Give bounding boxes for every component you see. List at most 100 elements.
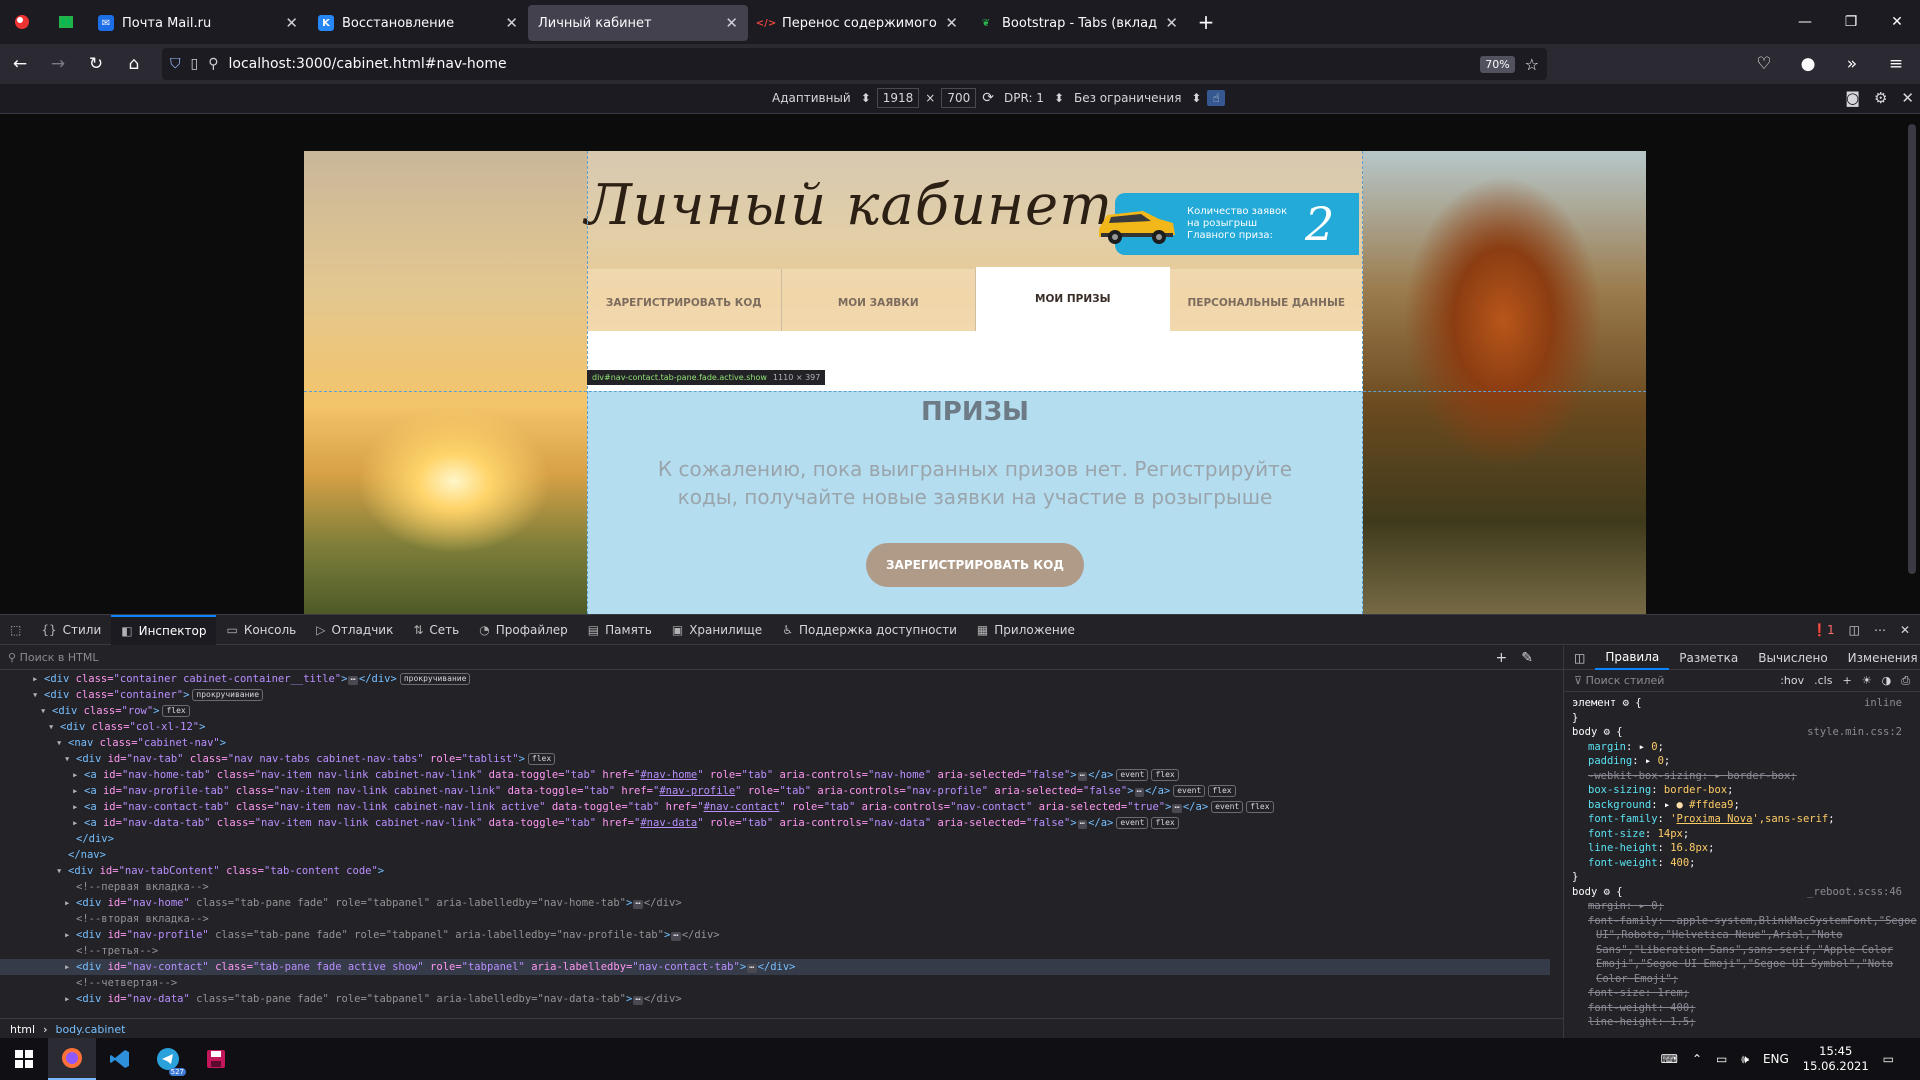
html-search-input[interactable]: Поиск в HTML: [20, 651, 99, 664]
light-scheme-icon[interactable]: ☀: [1862, 674, 1872, 688]
close-tab-icon[interactable]: ✕: [505, 14, 518, 32]
reload-icon[interactable]: ↻: [78, 48, 114, 80]
browser-tab-vk[interactable]: K Восстановление ✕: [308, 5, 528, 41]
vscode-taskbar-icon[interactable]: [96, 1038, 144, 1080]
dom-node[interactable]: ▾ <div class="row"> flex: [0, 703, 1550, 719]
dark-scheme-icon[interactable]: ◑: [1882, 674, 1892, 688]
dom-node[interactable]: ▸ <a id="nav-contact-tab" class="nav-item…: [0, 799, 1550, 815]
dom-comment[interactable]: <!--третья-->: [0, 943, 1550, 959]
sidebar-toggle-icon[interactable]: ◫: [1564, 646, 1595, 670]
viewport-height-input[interactable]: 700: [941, 88, 977, 108]
volume-icon[interactable]: 🕪: [1741, 1052, 1749, 1067]
tab-rules[interactable]: Правила: [1595, 646, 1670, 670]
dom-comment[interactable]: <!--первая вкладка-->: [0, 879, 1550, 895]
dom-node[interactable]: ▸ <a id="nav-home-tab" class="nav-item na…: [0, 767, 1550, 783]
tab-computed[interactable]: Вычислено: [1748, 646, 1837, 670]
hov-toggle[interactable]: :hov: [1780, 674, 1804, 688]
tab-inspector[interactable]: ◧ Инспектор: [111, 614, 217, 645]
rules-filter-input[interactable]: Поиск стилей: [1586, 674, 1665, 687]
dom-tree[interactable]: ▸ <div class="container cabinet-container…: [0, 671, 1550, 1011]
dom-node[interactable]: ▾ <div id="nav-tab" class="nav nav-tabs c…: [0, 751, 1550, 767]
rule-element[interactable]: элемент ⚙ {inline: [1572, 696, 1920, 711]
notifications-icon[interactable]: ▭: [1883, 1052, 1894, 1066]
dom-node[interactable]: </div>: [0, 831, 1550, 847]
error-count[interactable]: ❗1: [1812, 623, 1835, 637]
throttle-select[interactable]: Без ограничения: [1070, 89, 1185, 107]
back-arrow-icon[interactable]: ←: [2, 48, 38, 80]
network-icon[interactable]: ▭: [1716, 1052, 1727, 1066]
browser-tab-cabinet[interactable]: Личный кабинет ✕: [528, 5, 748, 41]
zoom-level[interactable]: 70%: [1480, 55, 1515, 73]
dom-node[interactable]: ▸ <div id="nav-profile" class="tab-pane f…: [0, 927, 1550, 943]
eyedropper-icon[interactable]: ✎: [1521, 650, 1533, 666]
rule-source[interactable]: style.min.css:2: [1807, 725, 1902, 740]
tab-console[interactable]: ▭ Консоль: [216, 615, 306, 645]
add-rule-icon[interactable]: +: [1842, 674, 1851, 688]
dom-node-selected[interactable]: ▸ <div id="nav-contact" class="tab-pane f…: [0, 959, 1550, 975]
dom-node[interactable]: ▸ <div id="nav-data" class="tab-pane fade…: [0, 991, 1550, 1007]
dom-node[interactable]: ▸ <div id="nav-home" class="tab-pane fade…: [0, 895, 1550, 911]
forward-arrow-icon[interactable]: →: [40, 48, 76, 80]
pocket-icon[interactable]: ♡: [1746, 48, 1782, 80]
page-icon[interactable]: ▯: [191, 56, 199, 72]
home-icon[interactable]: ⌂: [116, 48, 152, 80]
register-code-button[interactable]: ЗАРЕГИСТРИРОВАТЬ КОД: [866, 543, 1084, 587]
dom-comment[interactable]: <!--четвертая-->: [0, 975, 1550, 991]
dom-node[interactable]: ▸ <a id="nav-profile-tab" class="nav-item…: [0, 783, 1550, 799]
tab-debugger[interactable]: ▷ Отладчик: [306, 615, 403, 645]
close-window-icon[interactable]: ✕: [1874, 0, 1920, 44]
dom-node[interactable]: ▸ <div class="container cabinet-container…: [0, 671, 1550, 687]
browser-tab-bootstrap[interactable]: ❦ Bootstrap - Tabs (вкладки) - ИТ ✕: [968, 5, 1188, 41]
telegram-taskbar-icon[interactable]: 527: [144, 1038, 192, 1080]
dom-node[interactable]: ▾ <div id="nav-tabContent" class="tab-con…: [0, 863, 1550, 879]
keyboard-icon[interactable]: ⌨: [1661, 1052, 1678, 1066]
screenshot-icon[interactable]: ◙: [1845, 89, 1860, 107]
new-tab-button[interactable]: +: [1188, 4, 1224, 40]
dom-comment[interactable]: <!--вторая вкладка-->: [0, 911, 1550, 927]
close-devtools-icon[interactable]: ✕: [1900, 623, 1910, 637]
tab-network[interactable]: ⇅ Сеть: [403, 615, 469, 645]
shield-icon[interactable]: ⛉: [170, 56, 181, 72]
save-app-taskbar-icon[interactable]: [192, 1038, 240, 1080]
tray-chevron-icon[interactable]: ⌃: [1692, 1052, 1702, 1066]
bookmark-star-icon[interactable]: ☆: [1525, 55, 1539, 74]
dom-node[interactable]: </nav>: [0, 847, 1550, 863]
touch-simulation-icon[interactable]: ☝: [1207, 90, 1225, 106]
tab-styles[interactable]: {} Стили: [31, 615, 111, 645]
tab-personal-data[interactable]: ПЕРСОНАЛЬНЫЕ ДАННЫЕ: [1169, 269, 1363, 331]
print-media-icon[interactable]: ⎙: [1901, 674, 1910, 688]
rule-body-reboot[interactable]: body ⚙ {_reboot.scss:46: [1572, 885, 1920, 900]
overflow-chevrons-icon[interactable]: »: [1834, 48, 1870, 80]
dock-side-icon[interactable]: ◫: [1849, 623, 1860, 637]
clock[interactable]: 15:45 15.06.2021: [1803, 1044, 1869, 1074]
close-tab-icon[interactable]: ✕: [945, 14, 958, 32]
extension-green-icon[interactable]: [44, 0, 88, 44]
browser-tab-transfer[interactable]: </> Перенос содержимого из одн ✕: [748, 5, 968, 41]
dom-node[interactable]: ▾ <div class="container"> прокручивание: [0, 687, 1550, 703]
dom-node[interactable]: ▸ <a id="nav-data-tab" class="nav-item na…: [0, 815, 1550, 831]
more-options-icon[interactable]: ⋯: [1874, 623, 1886, 637]
windows-start-icon[interactable]: [0, 1038, 48, 1080]
viewport-width-input[interactable]: 1918: [876, 88, 920, 108]
hamburger-menu-icon[interactable]: ≡: [1878, 48, 1914, 80]
minimize-icon[interactable]: —: [1782, 0, 1828, 44]
breadcrumb-body[interactable]: body.cabinet: [55, 1023, 125, 1036]
dom-node[interactable]: ▾ <div class="col-xl-12">: [0, 719, 1550, 735]
device-select[interactable]: Адаптивный: [768, 89, 855, 107]
add-node-icon[interactable]: +: [1496, 650, 1508, 666]
tab-accessibility[interactable]: ♿ Поддержка доступности: [772, 615, 967, 645]
firefox-menu-icon[interactable]: [0, 0, 44, 44]
tab-my-entries[interactable]: МОИ ЗАЯВКИ: [781, 269, 976, 331]
close-tab-icon[interactable]: ✕: [285, 14, 298, 32]
viewport-scrollbar[interactable]: [1908, 124, 1916, 574]
cls-toggle[interactable]: .cls: [1814, 674, 1832, 688]
tab-profiler[interactable]: ◔ Профайлер: [469, 615, 578, 645]
breadcrumb-html[interactable]: html: [10, 1023, 35, 1036]
url-text[interactable]: localhost:3000/cabinet.html#nav-home: [228, 56, 1470, 72]
tab-application[interactable]: ▦ Приложение: [967, 615, 1085, 645]
close-rdm-icon[interactable]: ✕: [1901, 89, 1914, 107]
account-icon[interactable]: ●: [1790, 48, 1826, 80]
close-tab-icon[interactable]: ✕: [725, 14, 738, 32]
settings-gear-icon[interactable]: ⚙: [1874, 89, 1887, 107]
url-bar[interactable]: ⛉ ▯ ⚲ localhost:3000/cabinet.html#nav-ho…: [162, 48, 1547, 80]
